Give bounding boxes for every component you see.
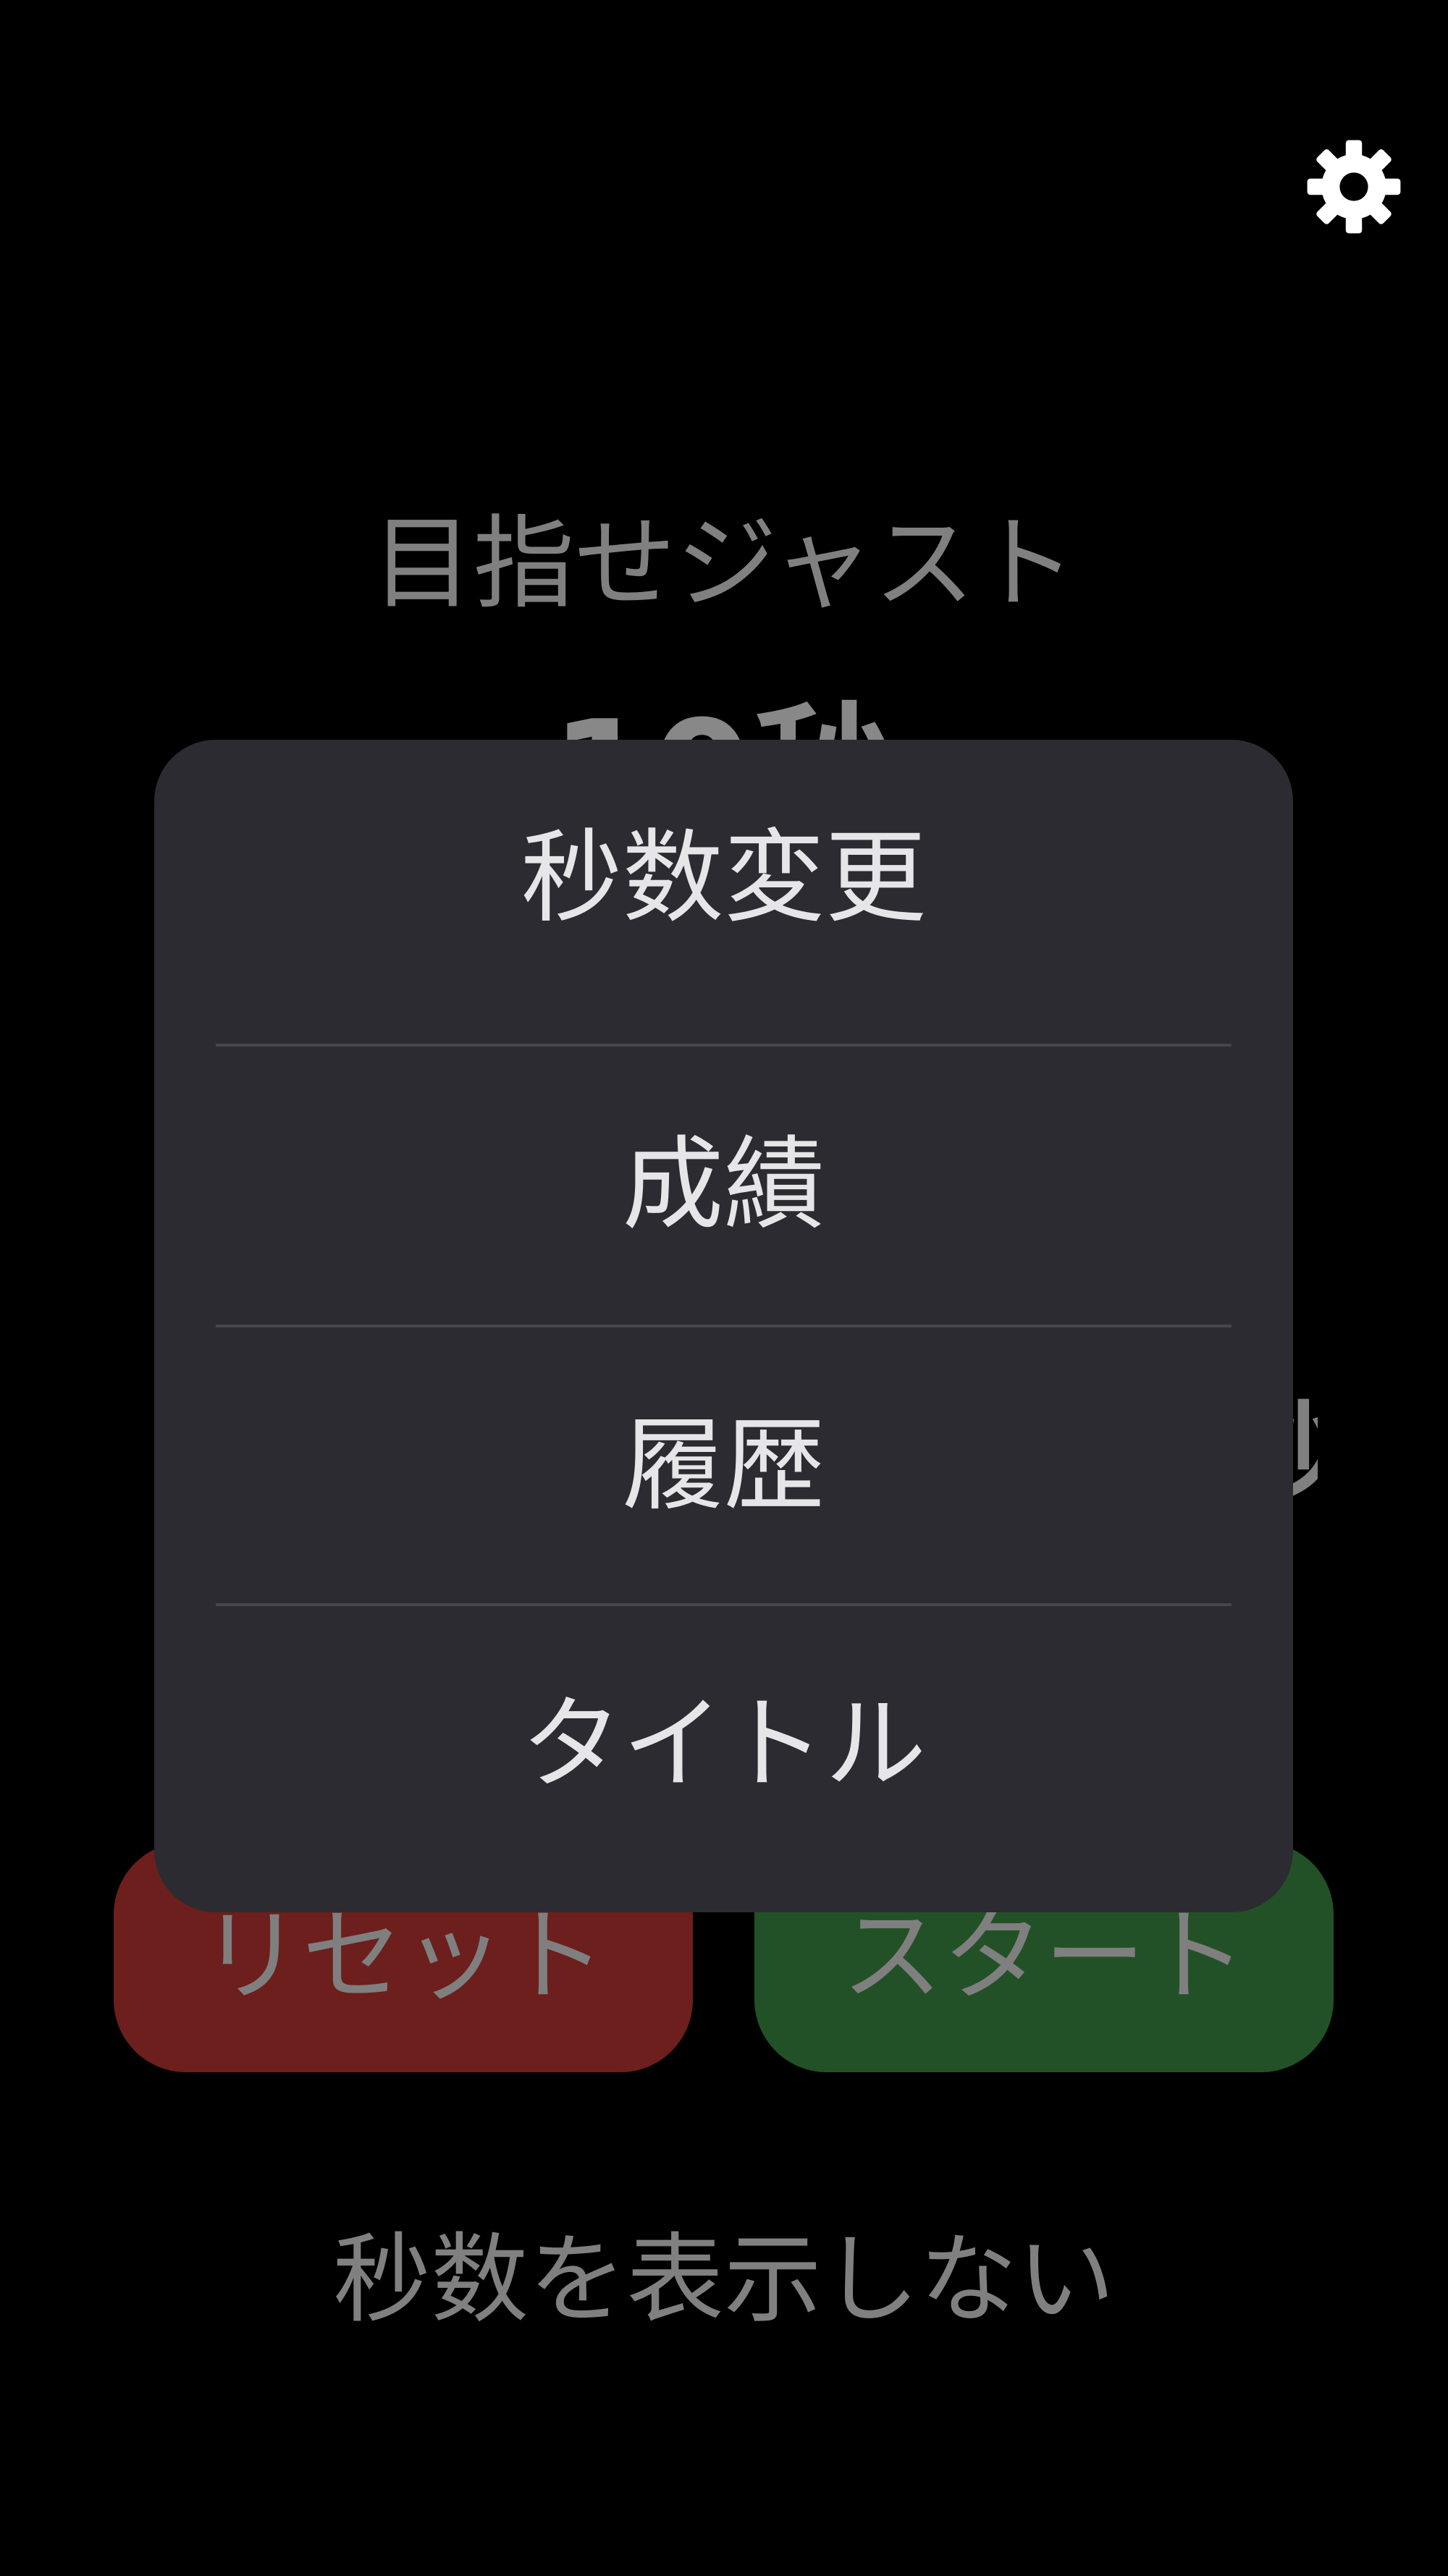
menu-item-history[interactable]: 履歴 (154, 1327, 1293, 1605)
page-title: 目指せジャスト (371, 505, 1077, 623)
menu-item-results[interactable]: 成績 (154, 1047, 1293, 1325)
settings-menu: 秒数変更 成績 履歴 タイトル (154, 740, 1293, 1912)
hide-seconds-toggle[interactable]: 秒数を表示しない (0, 2215, 1448, 2345)
gear-icon[interactable] (1303, 136, 1405, 237)
menu-item-change-seconds[interactable]: 秒数変更 (154, 740, 1293, 1018)
menu-item-title[interactable]: タイトル (154, 1606, 1293, 1884)
